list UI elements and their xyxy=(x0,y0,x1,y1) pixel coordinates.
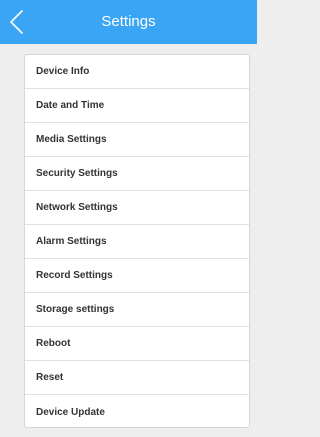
settings-item-network-settings[interactable]: Network Settings xyxy=(25,191,249,225)
settings-item-storage-settings[interactable]: Storage settings xyxy=(25,293,249,327)
settings-item-date-and-time[interactable]: Date and Time xyxy=(25,89,249,123)
settings-item-media-settings[interactable]: Media Settings xyxy=(25,123,249,157)
back-button[interactable] xyxy=(2,4,36,40)
settings-item-security-settings[interactable]: Security Settings xyxy=(25,157,249,191)
settings-item-alarm-settings[interactable]: Alarm Settings xyxy=(25,225,249,259)
chevron-left-icon xyxy=(10,10,23,34)
settings-list: Device Info Date and Time Media Settings… xyxy=(24,54,250,428)
header-bar: Settings xyxy=(0,0,257,44)
settings-item-reboot[interactable]: Reboot xyxy=(25,327,249,361)
page-title: Settings xyxy=(101,13,156,30)
settings-item-device-update[interactable]: Device Update xyxy=(25,395,249,427)
settings-item-device-info[interactable]: Device Info xyxy=(25,55,249,89)
settings-screen: Settings Device Info Date and Time Media… xyxy=(0,0,257,437)
settings-item-reset[interactable]: Reset xyxy=(25,361,249,395)
settings-item-record-settings[interactable]: Record Settings xyxy=(25,259,249,293)
